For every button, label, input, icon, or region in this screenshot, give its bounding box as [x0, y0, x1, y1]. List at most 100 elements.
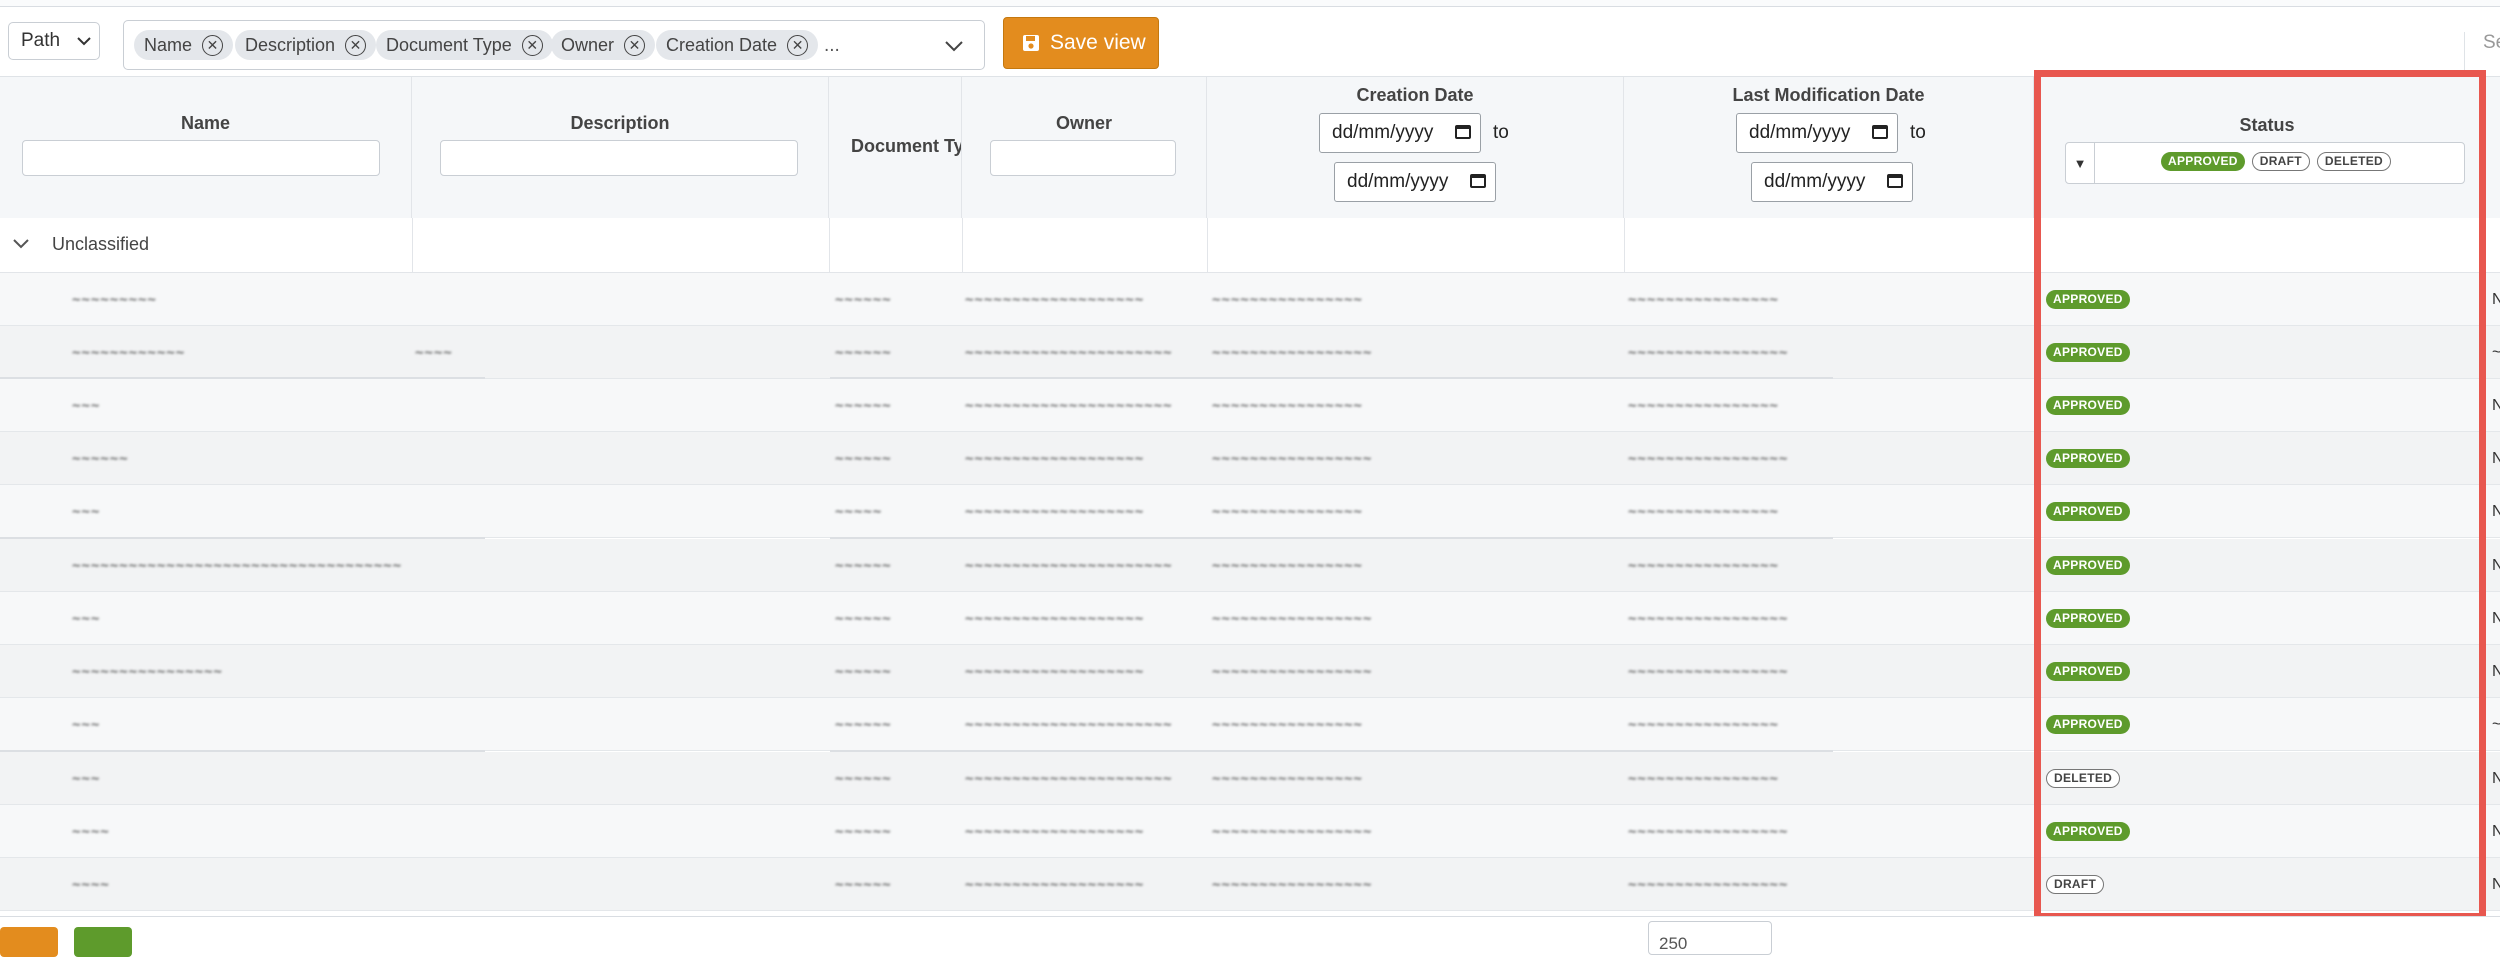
- status-badge: DELETED: [2046, 769, 2121, 788]
- cell-owner: ~~~~~~~~~~~~~~~~~~~: [965, 503, 1145, 520]
- remove-chip-icon[interactable]: ✕: [345, 34, 367, 56]
- cell-name: ~~~: [72, 397, 101, 414]
- cell-status: APPROVED: [2046, 432, 2130, 485]
- creation-date-from[interactable]: dd/mm/yyyy: [1319, 113, 1481, 153]
- save-view-button[interactable]: Save view: [1003, 17, 1159, 69]
- status-badge[interactable]: DELETED: [2316, 152, 2392, 171]
- cell-creation-date: ~~~~~~~~~~~~~~~~: [1212, 557, 1363, 574]
- cell-overflow: N: [2492, 805, 2500, 858]
- chevron-down-icon[interactable]: [944, 35, 964, 58]
- cell-name: ~~~: [72, 610, 101, 627]
- modified-date-to[interactable]: dd/mm/yyyy: [1751, 162, 1913, 202]
- chip-name: Name ✕: [134, 30, 234, 60]
- date-placeholder: dd/mm/yyyy: [1749, 122, 1851, 143]
- table-row[interactable]: ~~~ ~~~~~~ ~~~~~~~~~~~~~~~~~~~~~~ ~~~~~~…: [0, 752, 2500, 805]
- table-row[interactable]: ~~~~~~ ~~~~~~ ~~~~~~~~~~~~~~~~~~~ ~~~~~~…: [0, 432, 2500, 485]
- table-row[interactable]: ~~~~ ~~~~~~ ~~~~~~~~~~~~~~~~~~~ ~~~~~~~~…: [0, 805, 2500, 858]
- cell-overflow: N: [2492, 592, 2500, 645]
- calendar-icon[interactable]: [1872, 125, 1888, 139]
- description-filter-input[interactable]: [440, 140, 798, 176]
- table-row[interactable]: ~~~ ~~~~~~ ~~~~~~~~~~~~~~~~~~~~~~ ~~~~~~…: [0, 698, 2500, 751]
- creation-date-to[interactable]: dd/mm/yyyy: [1334, 162, 1496, 202]
- table-row[interactable]: ~~~~~~~~~ ~~~~~~ ~~~~~~~~~~~~~~~~~~~ ~~~…: [0, 273, 2500, 326]
- table-row[interactable]: ~~~~ ~~~~~~ ~~~~~~~~~~~~~~~~~~~ ~~~~~~~~…: [0, 858, 2500, 911]
- cell-last-modification-date: ~~~~~~~~~~~~~~~~: [1628, 291, 1779, 308]
- owner-filter-input[interactable]: [990, 140, 1176, 176]
- cell-creation-date: ~~~~~~~~~~~~~~~~~: [1212, 663, 1373, 680]
- cell-document-type: ~~~~~~: [835, 716, 892, 733]
- cell-name: ~~~: [72, 770, 101, 787]
- calendar-icon[interactable]: [1455, 125, 1471, 139]
- cell-creation-date: ~~~~~~~~~~~~~~~~~: [1212, 344, 1373, 361]
- page-size-select[interactable]: 250: [1648, 921, 1772, 955]
- grid-footer: 250: [0, 916, 2500, 957]
- caret-down-icon[interactable]: ▼: [2066, 143, 2095, 183]
- cell-document-type: ~~~~~: [835, 503, 883, 520]
- chip-label: Document Type: [386, 34, 512, 55]
- cell-creation-date: ~~~~~~~~~~~~~~~~~: [1212, 823, 1373, 840]
- column-chips-select[interactable]: Name ✕ Description ✕ Document Type ✕ Own…: [123, 20, 985, 70]
- cell-owner: ~~~~~~~~~~~~~~~~~~~: [965, 823, 1145, 840]
- cell-last-modification-date: ~~~~~~~~~~~~~~~~: [1628, 770, 1779, 787]
- table-row[interactable]: ~~~ ~~~~~ ~~~~~~~~~~~~~~~~~~~ ~~~~~~~~~~…: [0, 485, 2500, 538]
- footer-action-button[interactable]: [0, 927, 58, 957]
- status-badge: APPROVED: [2046, 449, 2130, 468]
- page-size-value: 250: [1659, 934, 1688, 953]
- table-row[interactable]: ~~~~~~~~~~~~~~~~~~~~~~~~~~~~~~~~~~~ ~~~~…: [0, 539, 2500, 592]
- chevron-down-icon: [76, 30, 92, 52]
- status-badge[interactable]: DRAFT: [2251, 152, 2310, 171]
- remove-chip-icon[interactable]: ✕: [624, 34, 646, 56]
- cell-status: APPROVED: [2046, 379, 2130, 432]
- cell-name: ~~~: [72, 716, 101, 733]
- chip-label: Creation Date: [666, 34, 778, 55]
- remove-chip-icon[interactable]: ✕: [521, 34, 543, 56]
- status-badge: APPROVED: [2046, 290, 2130, 309]
- top-border: [0, 0, 2500, 7]
- cell-last-modification-date: ~~~~~~~~~~~~~~~~~: [1628, 663, 1789, 680]
- cell-document-type: ~~~~~~: [835, 397, 892, 414]
- cell-last-modification-date: ~~~~~~~~~~~~~~~~~: [1628, 610, 1789, 627]
- header-document-type: Document Ty: [829, 77, 962, 218]
- cell-status: APPROVED: [2046, 592, 2130, 645]
- cell-last-modification-date: ~~~~~~~~~~~~~~~~~: [1628, 450, 1789, 467]
- table-row[interactable]: ~~~ ~~~~~~ ~~~~~~~~~~~~~~~~~~~ ~~~~~~~~~…: [0, 592, 2500, 645]
- calendar-icon[interactable]: [1470, 174, 1486, 188]
- cell-status: APPROVED: [2046, 698, 2130, 751]
- group-row-unclassified[interactable]: Unclassified: [0, 218, 2500, 273]
- cell-name: ~~~~~~~~~~~~~~~~: [72, 663, 223, 680]
- cell-name: ~~~~~~~~~~~~: [72, 344, 186, 361]
- cell-last-modification-date: ~~~~~~~~~~~~~~~~: [1628, 557, 1779, 574]
- modified-date-from[interactable]: dd/mm/yyyy: [1736, 113, 1898, 153]
- chip-owner: Owner ✕: [551, 30, 656, 60]
- status-badge: APPROVED: [2046, 502, 2130, 521]
- cell-overflow: N: [2492, 752, 2500, 805]
- chip-document-type: Document Type ✕: [376, 30, 553, 60]
- cell-owner: ~~~~~~~~~~~~~~~~~~~~~~: [965, 344, 1173, 361]
- chevron-down-icon[interactable]: [12, 230, 30, 256]
- cell-status: DELETED: [2046, 752, 2121, 805]
- remove-chip-icon[interactable]: ✕: [787, 34, 809, 56]
- select-control[interactable]: Sel: [2464, 32, 2500, 72]
- cell-creation-date: ~~~~~~~~~~~~~~~~: [1212, 503, 1363, 520]
- cell-status: APPROVED: [2046, 273, 2130, 326]
- remove-chip-icon[interactable]: ✕: [202, 34, 224, 56]
- name-filter-input[interactable]: [22, 140, 380, 176]
- status-badge: APPROVED: [2046, 556, 2130, 575]
- calendar-icon[interactable]: [1887, 174, 1903, 188]
- cell-name: ~~~~: [72, 876, 110, 893]
- cell-document-type: ~~~~~~: [835, 610, 892, 627]
- cell-name: ~~~: [72, 503, 101, 520]
- chip-creation-date: Creation Date ✕: [656, 30, 819, 60]
- table-row[interactable]: ~~~~~~~~~~~~ ~~~~ ~~~~~~ ~~~~~~~~~~~~~~~…: [0, 326, 2500, 379]
- status-badge[interactable]: APPROVED: [2161, 152, 2245, 171]
- footer-action-button[interactable]: [74, 927, 132, 957]
- cell-owner: ~~~~~~~~~~~~~~~~~~~~~~: [965, 397, 1173, 414]
- status-filter-select[interactable]: ▼ APPROVED DRAFT DELETED: [2065, 142, 2465, 184]
- cell-owner: ~~~~~~~~~~~~~~~~~~~~~~: [965, 770, 1173, 787]
- table-row[interactable]: ~~~ ~~~~~~ ~~~~~~~~~~~~~~~~~~~~~~ ~~~~~~…: [0, 379, 2500, 432]
- cell-owner: ~~~~~~~~~~~~~~~~~~~: [965, 876, 1145, 893]
- status-badge: APPROVED: [2046, 396, 2130, 415]
- path-dropdown[interactable]: Path: [8, 22, 100, 60]
- table-row[interactable]: ~~~~~~~~~~~~~~~~ ~~~~~~ ~~~~~~~~~~~~~~~~…: [0, 645, 2500, 698]
- date-placeholder: dd/mm/yyyy: [1347, 171, 1449, 192]
